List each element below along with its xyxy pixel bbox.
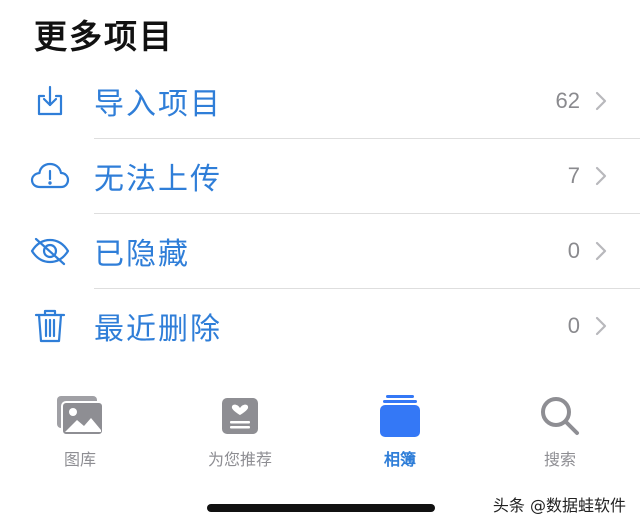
item-count-unable-to-upload: 7 xyxy=(567,163,580,188)
import-icon xyxy=(28,79,72,123)
cloud-alert-icon xyxy=(28,154,72,198)
chevron-right-icon xyxy=(595,91,607,111)
library-photos-icon xyxy=(54,392,106,440)
search-icon xyxy=(534,392,586,440)
list-item-recently-deleted[interactable]: 最近删除 0 xyxy=(0,289,640,363)
chevron-right-icon xyxy=(595,241,607,261)
tab-bar: 图库 为您推荐 相簿 搜索 xyxy=(0,392,640,482)
tab-label-albums: 相簿 xyxy=(383,450,416,469)
tab-library[interactable]: 图库 xyxy=(20,392,140,476)
list-item-hidden[interactable]: 已隐藏 0 xyxy=(0,214,640,288)
hidden-eye-icon xyxy=(28,229,72,273)
item-count-hidden: 0 xyxy=(567,238,580,263)
trash-icon xyxy=(28,304,72,348)
tab-label-library: 图库 xyxy=(63,450,96,469)
chevron-right-icon xyxy=(595,166,607,186)
item-label-hidden: 已隐藏 xyxy=(94,237,190,272)
item-label-recently-deleted: 最近删除 xyxy=(94,312,222,347)
tab-search[interactable]: 搜索 xyxy=(500,392,620,476)
more-items-list: 导入项目 62 无法上传 7 已隐藏 0 最近删除 0 xyxy=(0,64,640,347)
watermark-text: 头条 @数据蛙软件 xyxy=(492,496,626,515)
tab-label-for-you: 为您推荐 xyxy=(207,450,272,469)
home-indicator xyxy=(207,504,435,512)
chevron-right-icon xyxy=(595,316,607,336)
tab-albums[interactable]: 相簿 xyxy=(340,392,460,476)
list-item-imports[interactable]: 导入项目 62 xyxy=(0,64,640,138)
item-label-imports: 导入项目 xyxy=(94,87,222,122)
tab-label-search: 搜索 xyxy=(543,450,576,469)
item-label-unable-to-upload: 无法上传 xyxy=(94,162,222,197)
list-item-unable-to-upload[interactable]: 无法上传 7 xyxy=(0,139,640,213)
tab-for-you[interactable]: 为您推荐 xyxy=(180,392,300,476)
item-count-imports: 62 xyxy=(555,88,580,113)
for-you-icon xyxy=(214,392,266,440)
section-title: 更多项目 xyxy=(34,17,174,56)
albums-icon xyxy=(374,392,426,440)
item-count-recently-deleted: 0 xyxy=(567,313,580,338)
